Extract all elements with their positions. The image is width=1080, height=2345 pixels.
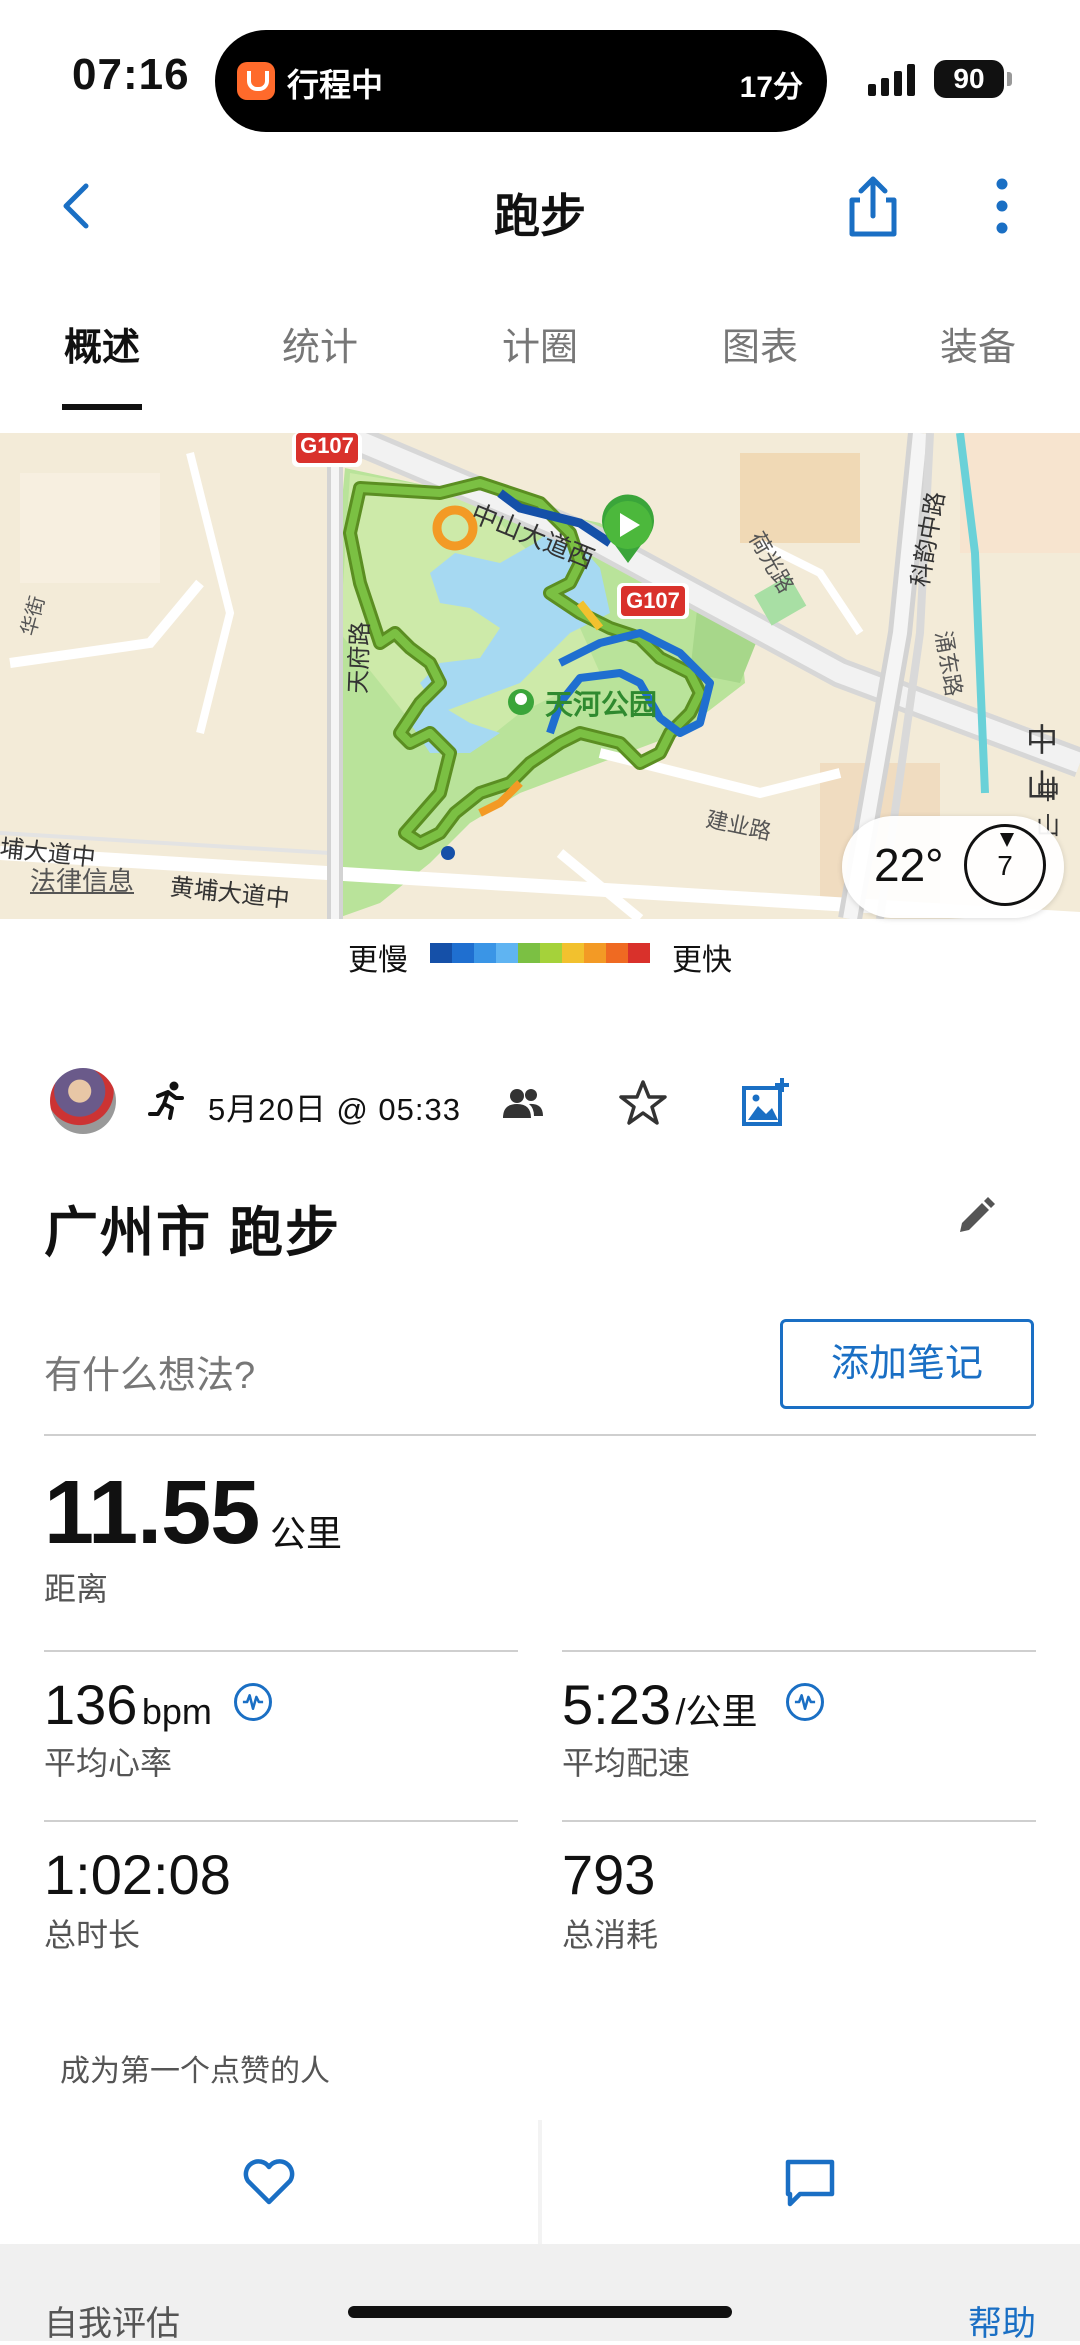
group-icon[interactable] [503,1086,543,1120]
heart-rate-chart-icon[interactable] [234,1683,272,1721]
pace-legend-swatch [606,943,628,963]
pace-stat: 5:23 /公里 [562,1672,757,1737]
divider [44,1650,518,1652]
divider [562,1650,1036,1652]
pace-legend-fast: 更快 [672,944,732,977]
duration-label: 总时长 [44,1917,141,1953]
pace-legend-slow: 更慢 [348,944,408,977]
map-label-g107-a: G107 [300,433,354,458]
tab-overview[interactable]: 概述 [22,316,182,371]
activity-date: 5月20日 @ 05:33 [208,1092,461,1127]
heart-rate-label: 平均心率 [44,1745,173,1781]
pace-legend-swatch [562,943,584,963]
distance-value: 11.55 [44,1463,260,1563]
divider [44,1434,1036,1436]
comment-button[interactable] [542,2120,1080,2244]
share-icon[interactable] [838,172,908,242]
tab-laps[interactable]: 计圈 [460,316,620,371]
heart-rate-stat: 136 bpm [44,1672,212,1737]
pace-legend-swatch [540,943,562,963]
page-title: 跑步 [494,190,586,242]
comment-icon [785,2159,835,2207]
calories-value: 793 [562,1843,656,1906]
pace-legend-swatch [452,943,474,963]
status-time: 07:16 [72,50,190,99]
dynamic-island[interactable]: 行程中 17分 [215,30,827,132]
pace-legend-swatch [474,943,496,963]
map-legal-link[interactable]: 法律信息 [30,861,134,898]
self-evaluation-heading: 自我评估 [44,2305,180,2343]
like-prompt: 成为第一个点赞的人 [60,2055,330,2088]
active-tab-indicator [62,404,142,410]
heart-rate-unit: bpm [141,1691,212,1732]
island-time-text: 17分 [739,71,803,104]
pace-legend-swatch [628,943,650,963]
help-link[interactable]: 帮助 [968,2296,1036,2345]
didi-app-icon [237,62,275,100]
activity-title: 广州市 跑步 [44,1203,342,1263]
divider [562,1820,1036,1822]
home-indicator[interactable] [348,2306,732,2318]
duration-value: 1:02:08 [44,1843,231,1906]
weather-badge: 22° 7 [842,816,1064,918]
heart-icon [243,2159,295,2205]
running-icon [148,1081,184,1120]
pace-legend-swatch [430,943,452,963]
distance-label: 距离 [44,1571,109,1607]
tab-stats[interactable]: 统计 [240,316,400,371]
star-icon[interactable] [618,1078,668,1128]
like-button[interactable] [0,2120,538,2244]
wind-compass-icon: 7 [964,824,1046,906]
pace-label: 平均配速 [562,1745,691,1781]
battery-icon: 90 [934,60,1012,98]
calories-label: 总消耗 [562,1917,659,1953]
tab-gear[interactable]: 装备 [898,316,1058,371]
tab-charts[interactable]: 图表 [680,316,840,371]
note-input[interactable]: 有什么想法? [44,1344,255,1399]
temperature: 22° [874,839,944,891]
add-note-button[interactable]: 添加笔记 [780,1319,1034,1409]
pace-value: 5:23 [562,1673,671,1736]
pace-legend-swatch [496,943,518,963]
edit-pencil-icon[interactable] [952,1196,996,1240]
pace-chart-icon[interactable] [786,1683,824,1721]
island-status-text: 行程中 [287,67,384,103]
add-photo-icon[interactable] [740,1076,792,1128]
signal-icon [868,64,915,96]
map-label-park: 天河公园 [545,689,658,720]
divider [44,1820,518,1822]
distance-unit: 公里 [270,1513,343,1554]
pace-legend-swatch [584,943,606,963]
more-options-icon[interactable] [980,176,1024,236]
pace-legend-bar [430,943,650,963]
map-label-tianfu-road: 天府路 [344,621,375,695]
pace-unit: /公里 [675,1691,758,1732]
map-label-g107-b: G107 [626,588,680,613]
pace-legend-swatch [518,943,540,963]
avatar[interactable] [50,1068,116,1134]
heart-rate-value: 136 [44,1673,138,1736]
